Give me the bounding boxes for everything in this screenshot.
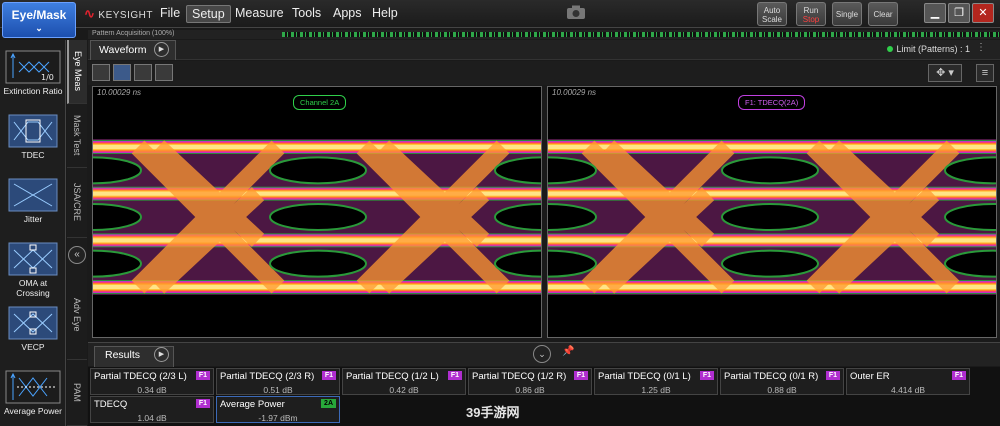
chevron-down-icon: ⌄ (35, 23, 43, 33)
collapse-sidebar-icon[interactable]: « (68, 246, 86, 264)
vecp-icon (8, 306, 58, 340)
result-cell[interactable]: Average Power 2A -1.97 dBm (216, 396, 340, 423)
tab-jsa-cre[interactable]: JSA/CRE (67, 168, 87, 238)
eye-diagram-channel-2a[interactable]: 10.00029 ns Channel 2A (92, 86, 542, 338)
channel-label: Channel 2A (293, 95, 347, 110)
measurement-sidebar: 1/0 Extinction Ratio TDEC Jitter OMA at … (0, 40, 66, 426)
tab-eye-meas[interactable]: Eye Meas (67, 40, 87, 104)
tab-mask-test[interactable]: Mask Test (67, 104, 87, 168)
menu-icon[interactable]: ≡ (976, 64, 994, 82)
pattern-strip (282, 32, 1000, 37)
eye-mask-mode-button[interactable]: Eye/Mask ⌄ (2, 2, 76, 38)
sidebar-item-jitter[interactable]: Jitter (2, 178, 64, 224)
results-table: Partial TDECQ (2/3 L) F1 0.34 dB Partial T… (88, 367, 1000, 426)
layout-rows-icon[interactable] (155, 64, 173, 81)
menu-file[interactable]: File (155, 5, 185, 21)
pan-icon[interactable]: ✥ ▾ (928, 64, 962, 82)
sidebar-item-vecp[interactable]: VECP (2, 306, 64, 352)
layout-stacked-icon[interactable] (134, 64, 152, 81)
sidebar-item-label: VECP (21, 342, 45, 352)
run-stop-button[interactable]: Run Stop (796, 2, 826, 26)
play-icon[interactable]: ▶ (154, 42, 169, 57)
restore-button[interactable]: ❐ (948, 3, 970, 23)
status-dot-icon (887, 46, 894, 52)
result-cell[interactable]: TDECQ F1 1.04 dB (90, 396, 214, 423)
svg-text:1/0: 1/0 (41, 73, 54, 82)
result-cell[interactable]: Partial TDECQ (1/2 L) F1 0.42 dB (342, 368, 466, 395)
result-cell[interactable]: Partial TDECQ (1/2 R) F1 0.86 dB (468, 368, 592, 395)
menu-setup[interactable]: Setup (186, 5, 231, 23)
vertical-tabs: Eye Meas Mask Test JSA/CRE Adv Eye PAM (67, 40, 87, 426)
menu-help[interactable]: Help (367, 5, 403, 21)
camera-icon[interactable] (566, 5, 586, 20)
pin-icon[interactable]: 📌 (562, 346, 574, 357)
clear-button[interactable]: Clear (868, 2, 898, 26)
sidebar-item-extinction-ratio[interactable]: 1/0 Extinction Ratio (2, 50, 64, 96)
keysight-logo: ∿ KEYSIGHT (84, 6, 153, 21)
timebase-label: 10.00029 ns (97, 88, 142, 97)
result-cell[interactable]: Partial TDECQ (2/3 L) F1 0.34 dB (90, 368, 214, 395)
sidebar-item-label: Jitter (23, 214, 43, 224)
acquisition-bar: Pattern Acquisition (100%) (88, 30, 1000, 39)
result-cell[interactable]: Partial TDECQ (0/1 R) F1 0.88 dB (720, 368, 844, 395)
play-icon[interactable]: ▶ (154, 347, 169, 362)
sidebar-item-average-power[interactable]: Average Power (2, 370, 64, 416)
collapse-results-icon[interactable]: ⌄ (533, 345, 551, 363)
layout-grid-icon[interactable] (113, 64, 131, 81)
limit-status: Limit (Patterns) : 1 (887, 44, 970, 54)
tab-pam[interactable]: PAM (67, 360, 87, 426)
result-cell[interactable]: Outer ER F1 4.414 dB (846, 368, 970, 395)
average-power-icon (5, 370, 61, 404)
eye-diagram-tdecq[interactable]: 10.00029 ns F1: TDECQ(2A) (547, 86, 997, 338)
menu-apps[interactable]: Apps (328, 5, 367, 21)
waveform-header: Waveform ▶ Limit (Patterns) : 1 ⋮ (88, 40, 1000, 60)
auto-scale-button[interactable]: Auto Scale (757, 2, 787, 26)
more-vertical-icon[interactable]: ⋮ (976, 42, 986, 53)
tab-adv-eye[interactable]: Adv Eye (67, 270, 87, 360)
single-button[interactable]: Single (832, 2, 862, 26)
jitter-icon (8, 178, 58, 212)
extinction-ratio-icon: 1/0 (5, 50, 61, 84)
result-cell[interactable]: Partial TDECQ (0/1 L) F1 1.25 dB (594, 368, 718, 395)
close-button[interactable]: ✕ (972, 3, 994, 23)
eye-diagram-plot (93, 139, 541, 295)
sidebar-item-oma-crossing[interactable]: OMA at Crossing (2, 242, 64, 298)
menu-bar: ∿ KEYSIGHT File Setup Measure Tools Apps … (0, 0, 1000, 28)
menu-tools[interactable]: Tools (287, 5, 326, 21)
watermark: 39手游网 (466, 405, 520, 420)
sidebar-item-label: Average Power (4, 406, 62, 416)
results-header: Results ▶ ⌄ 📌 (88, 342, 1000, 367)
oma-crossing-icon (8, 242, 58, 276)
tdec-icon (8, 114, 58, 148)
result-cell[interactable]: Partial TDECQ (2/3 R) F1 0.51 dB (216, 368, 340, 395)
acquisition-label: Pattern Acquisition (100%) (92, 30, 175, 37)
sidebar-item-label: OMA at Crossing (16, 278, 50, 298)
minimize-button[interactable]: ▁ (924, 3, 946, 23)
sidebar-item-label: TDEC (21, 150, 45, 160)
function-label: F1: TDECQ(2A) (738, 95, 806, 110)
sidebar-item-tdec[interactable]: TDEC (2, 114, 64, 160)
eye-diagram-plot (548, 139, 996, 295)
sidebar-item-label: Extinction Ratio (3, 86, 63, 96)
menu-measure[interactable]: Measure (230, 5, 289, 21)
waveform-toolbar: ✥ ▾ ≡ (88, 61, 1000, 85)
timebase-label: 10.00029 ns (552, 88, 597, 97)
layout-single-icon[interactable] (92, 64, 110, 81)
